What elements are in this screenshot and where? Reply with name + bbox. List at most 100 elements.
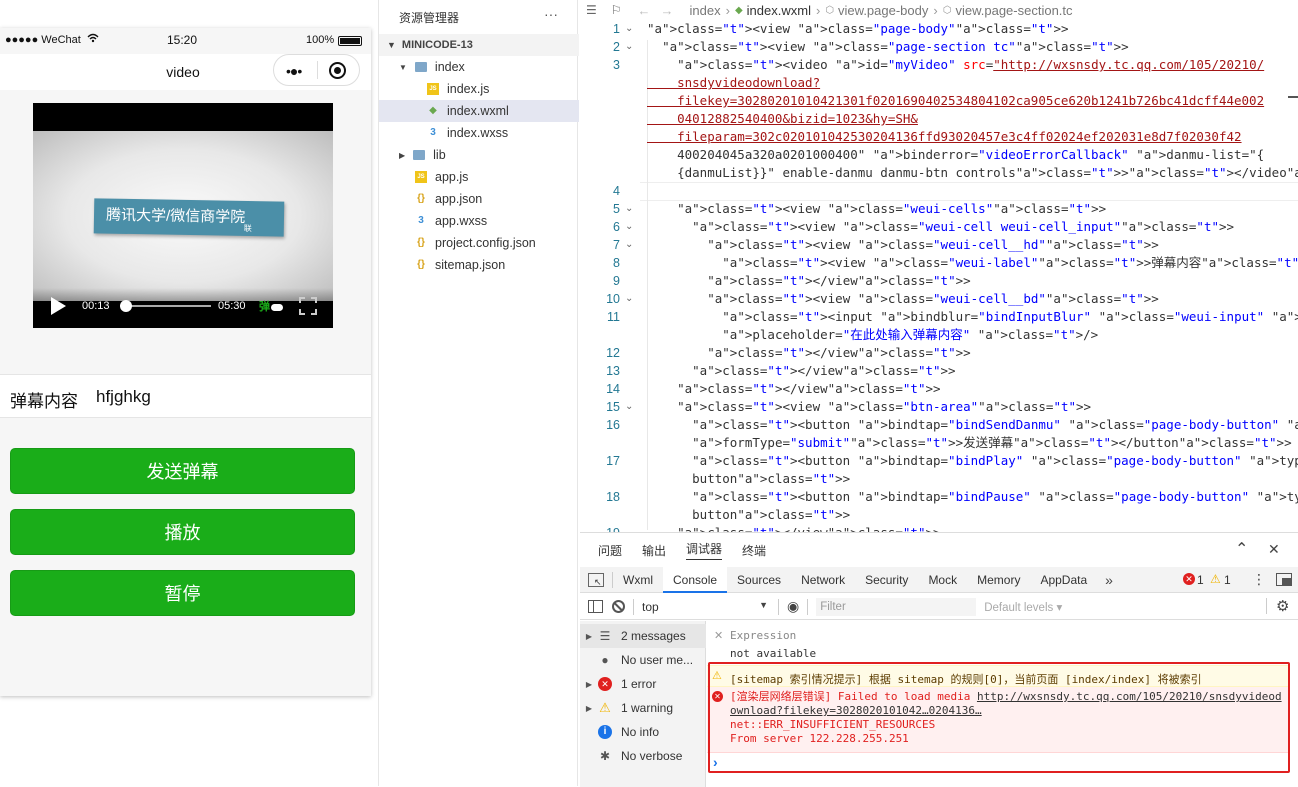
tab-mock[interactable]: Mock xyxy=(918,567,967,593)
code-line[interactable]: filekey=30280201010421301f02016904025348… xyxy=(647,92,1264,110)
fold-chevron-icon[interactable]: ⌄ xyxy=(625,293,633,304)
code-line[interactable]: {danmuList}}" enable-danmu danmu-btn con… xyxy=(647,164,1298,182)
code-line[interactable]: 04012882540400&bizid=1023&hy=SH& xyxy=(647,110,918,128)
file-tree-item[interactable]: 3 index.wxss xyxy=(379,122,579,144)
console-filter-error[interactable]: ▶ ✕ 1 error xyxy=(580,672,706,696)
code-line[interactable]: "a">class="t"><view "a">class="weui-cell… xyxy=(647,200,1106,218)
file-tree-item[interactable]: {} app.json xyxy=(379,188,579,210)
tab-security[interactable]: Security xyxy=(855,567,918,593)
code-line[interactable]: "a">class="t"><button "a">bindtap="bindP… xyxy=(647,488,1298,506)
sidebar-toggle-icon[interactable] xyxy=(588,600,603,613)
danmu-toggle-icon[interactable]: 弹 xyxy=(259,298,270,314)
explorer-more-icon[interactable]: ··· xyxy=(544,6,558,22)
code-line[interactable]: "a">class="t"></view"a">class="t">> xyxy=(647,380,940,398)
breadcrumb-item[interactable]: index.wxml xyxy=(747,3,811,18)
code-line[interactable]: "a">class="t"><view "a">class="weui-cell… xyxy=(647,290,1159,308)
code-line[interactable]: "a">class="t"><view "a">class="weui-labe… xyxy=(647,254,1298,272)
tab-problems[interactable]: 问题 xyxy=(598,542,622,559)
tab-output[interactable]: 输出 xyxy=(642,542,666,559)
fold-chevron-icon[interactable]: ⌄ xyxy=(625,41,633,52)
code-line[interactable]: "a">class="t"><video "a">id="myVideo" sr… xyxy=(647,56,1264,74)
tab-terminal[interactable]: 终端 xyxy=(742,542,766,559)
video-progress-knob[interactable] xyxy=(119,300,132,312)
tab-sources[interactable]: Sources xyxy=(727,567,791,593)
kebab-menu-icon[interactable]: ⋮ xyxy=(1252,571,1266,588)
send-danmu-button[interactable]: 发送弹幕 xyxy=(10,448,355,494)
file-tree-item[interactable]: ◆ index.wxml xyxy=(379,100,579,122)
console-filter-bug[interactable]: ✱ No verbose xyxy=(580,744,706,768)
file-tree-item[interactable]: {} project.config.json xyxy=(379,232,579,254)
code-line[interactable]: "a">class="t"><view "a">class="weui-cell… xyxy=(647,236,1159,254)
video-player[interactable]: 腾讯大学/微信商学院 联 00:13 05:30 弹 xyxy=(33,103,333,328)
breadcrumb-item[interactable]: view.page-section.tc xyxy=(955,3,1072,18)
console-filter-list[interactable]: ▶ ☰ 2 messages xyxy=(580,624,706,648)
console-filter-warning[interactable]: ▶ ⚠ 1 warning xyxy=(580,696,706,720)
console-filter-user[interactable]: ● No user me... xyxy=(580,648,706,672)
gear-icon[interactable]: ⚙ xyxy=(1276,597,1289,615)
warning-count-icon[interactable]: ⚠ xyxy=(1210,572,1221,586)
breadcrumb-item[interactable]: index xyxy=(690,3,721,18)
fold-chevron-icon[interactable]: ⌄ xyxy=(625,203,633,214)
danmu-input[interactable]: hfjghkg xyxy=(96,387,151,407)
fold-chevron-icon[interactable]: ⌄ xyxy=(625,401,633,412)
tab-appdata[interactable]: AppData xyxy=(1030,567,1097,593)
inspect-icon[interactable]: ↖ xyxy=(588,572,604,587)
error-count-icon[interactable]: ✕ xyxy=(1183,573,1195,585)
file-tree-item[interactable]: 3 app.wxss xyxy=(379,210,579,232)
pause-button[interactable]: 暂停 xyxy=(10,570,355,616)
code-line[interactable]: fileparam=302c020101042530204136ffd93020… xyxy=(647,128,1241,146)
context-select[interactable]: top ▼ xyxy=(642,600,772,614)
file-tree-item[interactable]: {} sitemap.json xyxy=(379,254,579,276)
tab-debugger[interactable]: 调试器 xyxy=(686,540,723,560)
tab-network[interactable]: Network xyxy=(791,567,855,593)
video-progress-track[interactable] xyxy=(119,300,211,312)
code-line[interactable]: "a">class="t"><view "a">class="page-sect… xyxy=(647,38,1129,56)
tab-memory[interactable]: Memory xyxy=(967,567,1030,593)
fold-chevron-icon[interactable]: ⌄ xyxy=(625,221,633,232)
tab-wxml[interactable]: Wxml xyxy=(613,567,663,593)
code-line[interactable]: "a">class="t"></view"a">class="t">> xyxy=(647,272,970,290)
code-line[interactable]: "a">class="t"><view "a">class="weui-cell… xyxy=(647,218,1234,236)
code-line[interactable]: "a">placeholder="在此处输入弹幕内容" "a">class="t… xyxy=(647,326,1098,344)
file-tree-item[interactable]: JS app.js xyxy=(379,166,579,188)
fold-chevron-icon[interactable]: ⌄ xyxy=(625,23,633,34)
code-line[interactable]: "a">class="t"></view"a">class="t">> xyxy=(647,362,955,380)
code-line[interactable]: snsdyvideodownload? xyxy=(647,74,820,92)
list-icon[interactable]: ☰ xyxy=(586,3,597,17)
code-line[interactable]: "a">class="t"><input "a">bindblur="bindI… xyxy=(647,308,1298,326)
close-circle-icon[interactable] xyxy=(329,62,346,79)
project-header[interactable]: ▼ MINICODE-13 xyxy=(379,34,579,56)
file-tree-item[interactable]: ▶ lib xyxy=(379,144,579,166)
code-line[interactable]: button"a">class="t">> xyxy=(647,506,850,524)
console-filter-info[interactable]: i No info xyxy=(580,720,706,744)
warning-count[interactable]: 1 xyxy=(1224,573,1231,587)
chevron-up-icon[interactable]: ⌃ xyxy=(1235,539,1248,559)
file-tree-item[interactable]: JS index.js xyxy=(379,78,579,100)
breadcrumb-item[interactable]: view.page-body xyxy=(838,3,928,18)
code-line[interactable]: "a">class="t"><view "a">class="btn-area"… xyxy=(647,398,1091,416)
close-icon[interactable]: ✕ xyxy=(1268,541,1280,558)
play-button[interactable]: 播放 xyxy=(10,509,355,555)
error-count[interactable]: 1 xyxy=(1197,573,1204,587)
dock-icon[interactable] xyxy=(1276,573,1292,586)
code-line[interactable]: "a">class="t"><view "a">class="page-body… xyxy=(647,20,1069,38)
code-line[interactable]: "a">class="t"><button "a">bindtap="bindS… xyxy=(647,416,1298,434)
close-expression-icon[interactable]: ✕ xyxy=(714,629,723,642)
code-line[interactable]: 400204045a320a0201000400" "a">binderror=… xyxy=(647,146,1264,164)
tab-console[interactable]: Console xyxy=(663,566,728,593)
danmu-switch[interactable] xyxy=(271,304,283,311)
fullscreen-icon[interactable] xyxy=(299,297,317,315)
code-line[interactable]: "a">class="t"></view"a">class="t">> xyxy=(647,344,970,362)
forward-arrow-icon[interactable]: → xyxy=(661,3,674,18)
more-tabs-icon[interactable]: » xyxy=(1105,572,1113,588)
file-tree-item[interactable]: ▼ index xyxy=(379,56,579,78)
code-line[interactable]: button"a">class="t">> xyxy=(647,470,850,488)
back-arrow-icon[interactable]: ← xyxy=(638,3,651,18)
log-levels-select[interactable]: Default levels ▾ xyxy=(984,600,1062,614)
code-line[interactable]: "a">formType="submit""a">class="t">>发送弹幕… xyxy=(647,434,1291,452)
code-line[interactable]: "a">class="t"></view"a">class="t">> xyxy=(647,524,940,532)
filter-input[interactable]: Filter xyxy=(816,597,977,616)
clear-console-icon[interactable] xyxy=(612,600,625,613)
more-dots-icon[interactable]: •●• xyxy=(286,63,302,79)
code-line[interactable]: "a">class="t"><button "a">bindtap="bindP… xyxy=(647,452,1298,470)
